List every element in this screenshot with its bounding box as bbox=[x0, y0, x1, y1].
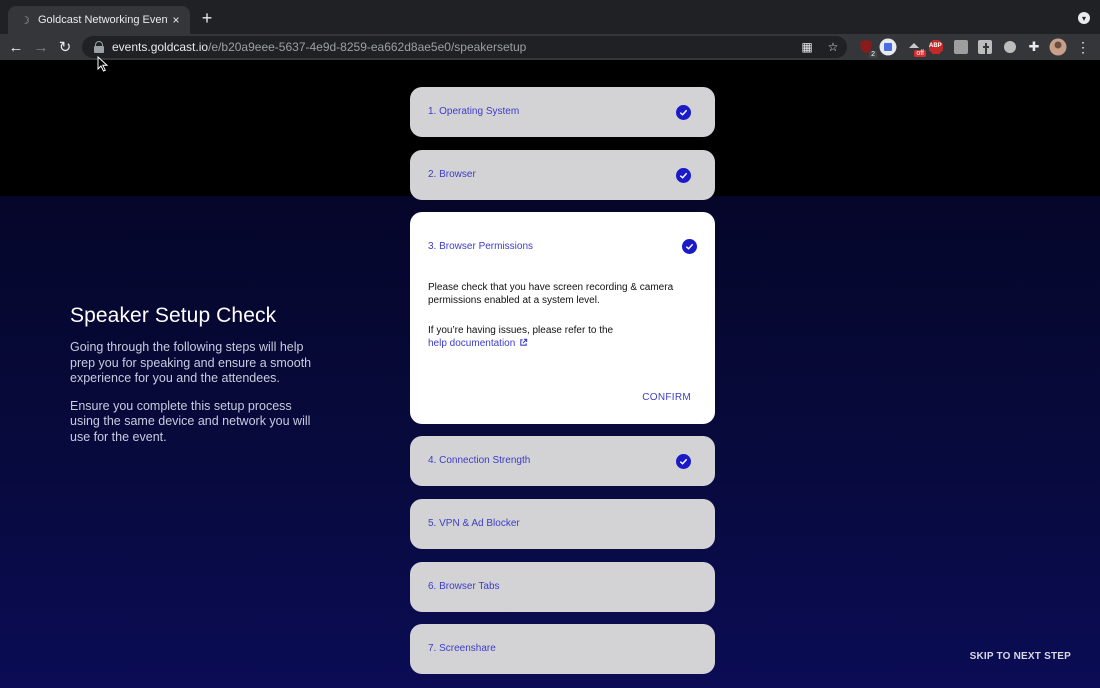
qr-code-icon[interactable]: ▦ bbox=[799, 39, 815, 55]
close-tab-icon[interactable]: × bbox=[168, 12, 184, 28]
step-card-screenshare[interactable]: 7. Screenshare bbox=[410, 624, 715, 674]
check-circle-icon bbox=[676, 105, 691, 120]
step-card-vpn-ad-blocker[interactable]: 5. VPN & Ad Blocker bbox=[410, 499, 715, 549]
tab-title: Goldcast Networking Event bbox=[38, 14, 168, 26]
browser-tab-active[interactable]: ☽ Goldcast Networking Event × bbox=[8, 6, 190, 34]
tab-strip: ☽ Goldcast Networking Event × + ▾ bbox=[0, 0, 1100, 34]
url-host: events.goldcast.io bbox=[112, 40, 209, 54]
profile-avatar[interactable] bbox=[1048, 37, 1068, 57]
step-label: 7. Screenshare bbox=[428, 643, 496, 654]
skip-to-next-step-button[interactable]: SKIP TO NEXT STEP bbox=[970, 651, 1071, 662]
permissions-instructions: Please check that you have screen record… bbox=[428, 282, 674, 306]
reload-button[interactable]: ↻ bbox=[56, 38, 74, 56]
extension-badge: 2 bbox=[869, 51, 877, 58]
back-button[interactable]: ← bbox=[7, 38, 25, 56]
help-documentation-link[interactable]: help documentation bbox=[428, 338, 528, 349]
mouse-cursor-icon bbox=[97, 55, 109, 77]
step-label: 2. Browser bbox=[428, 169, 476, 180]
step-label: 5. VPN & Ad Blocker bbox=[428, 518, 520, 529]
confirm-button[interactable]: CONFIRM bbox=[642, 392, 691, 403]
extension-translate-icon[interactable] bbox=[878, 37, 898, 57]
goldcast-favicon-icon: ☽ bbox=[20, 14, 30, 27]
step-label: 6. Browser Tabs bbox=[428, 581, 500, 592]
check-circle-icon bbox=[682, 239, 697, 254]
step-card-browser-tabs[interactable]: 6. Browser Tabs bbox=[410, 562, 715, 612]
help-text: If you’re having issues, please refer to… bbox=[428, 325, 614, 336]
new-tab-button[interactable]: + bbox=[198, 8, 216, 28]
step-card-connection-strength[interactable]: 4. Connection Strength bbox=[410, 436, 715, 486]
forward-button[interactable]: → bbox=[32, 38, 50, 56]
step-description: Please check that you have screen record… bbox=[428, 282, 698, 351]
page-title: Speaker Setup Check bbox=[70, 304, 277, 327]
help-link-label: help documentation bbox=[428, 337, 516, 349]
intro-paragraph: Going through the following steps will h… bbox=[70, 340, 312, 385]
browser-menu-icon[interactable]: ⋮ bbox=[1073, 37, 1093, 57]
step-card-browser[interactable]: 2. Browser bbox=[410, 150, 715, 200]
intro-panel: Speaker Setup Check Going through the fo… bbox=[70, 304, 320, 457]
step-card-browser-permissions: 3. Browser Permissions Please check that… bbox=[410, 212, 715, 424]
external-link-icon bbox=[519, 338, 528, 352]
extension-badge: ABP bbox=[929, 43, 942, 49]
check-circle-icon bbox=[676, 168, 691, 183]
extension-shield-icon[interactable] bbox=[1000, 37, 1020, 57]
intro-paragraph: Ensure you complete this setup process u… bbox=[70, 398, 311, 444]
step-label[interactable]: 3. Browser Permissions bbox=[428, 241, 533, 252]
lock-icon bbox=[94, 41, 104, 53]
address-bar[interactable]: events.goldcast.io/e/b20a9eee-5637-4e9d-… bbox=[82, 36, 847, 58]
extension-adblock-icon[interactable]: ABP bbox=[926, 37, 946, 57]
tab-search-icon[interactable]: ▾ bbox=[1078, 12, 1090, 24]
step-card-operating-system[interactable]: 1. Operating System bbox=[410, 87, 715, 137]
url-path: /e/b20a9eee-5637-4e9d-8259-ea662d8ae5e0/… bbox=[208, 40, 527, 54]
extension-badge: off bbox=[914, 50, 926, 57]
step-label: 1. Operating System bbox=[428, 106, 520, 117]
extension-facebook-icon[interactable] bbox=[975, 37, 995, 57]
speaker-setup-page: Speaker Setup Check Going through the fo… bbox=[0, 60, 1100, 688]
check-circle-icon bbox=[676, 454, 691, 469]
extension-grammar-icon[interactable] bbox=[951, 37, 971, 57]
extension-honey-icon[interactable]: off bbox=[904, 37, 926, 57]
extensions-puzzle-icon[interactable]: ✚ bbox=[1024, 37, 1044, 57]
browser-toolbar: ← → ↻ events.goldcast.io/e/b20a9eee-5637… bbox=[0, 34, 1100, 60]
extension-ublock-icon[interactable]: 2 bbox=[856, 37, 877, 58]
bookmark-star-icon[interactable]: ☆ bbox=[825, 39, 841, 55]
step-label: 4. Connection Strength bbox=[428, 455, 531, 466]
